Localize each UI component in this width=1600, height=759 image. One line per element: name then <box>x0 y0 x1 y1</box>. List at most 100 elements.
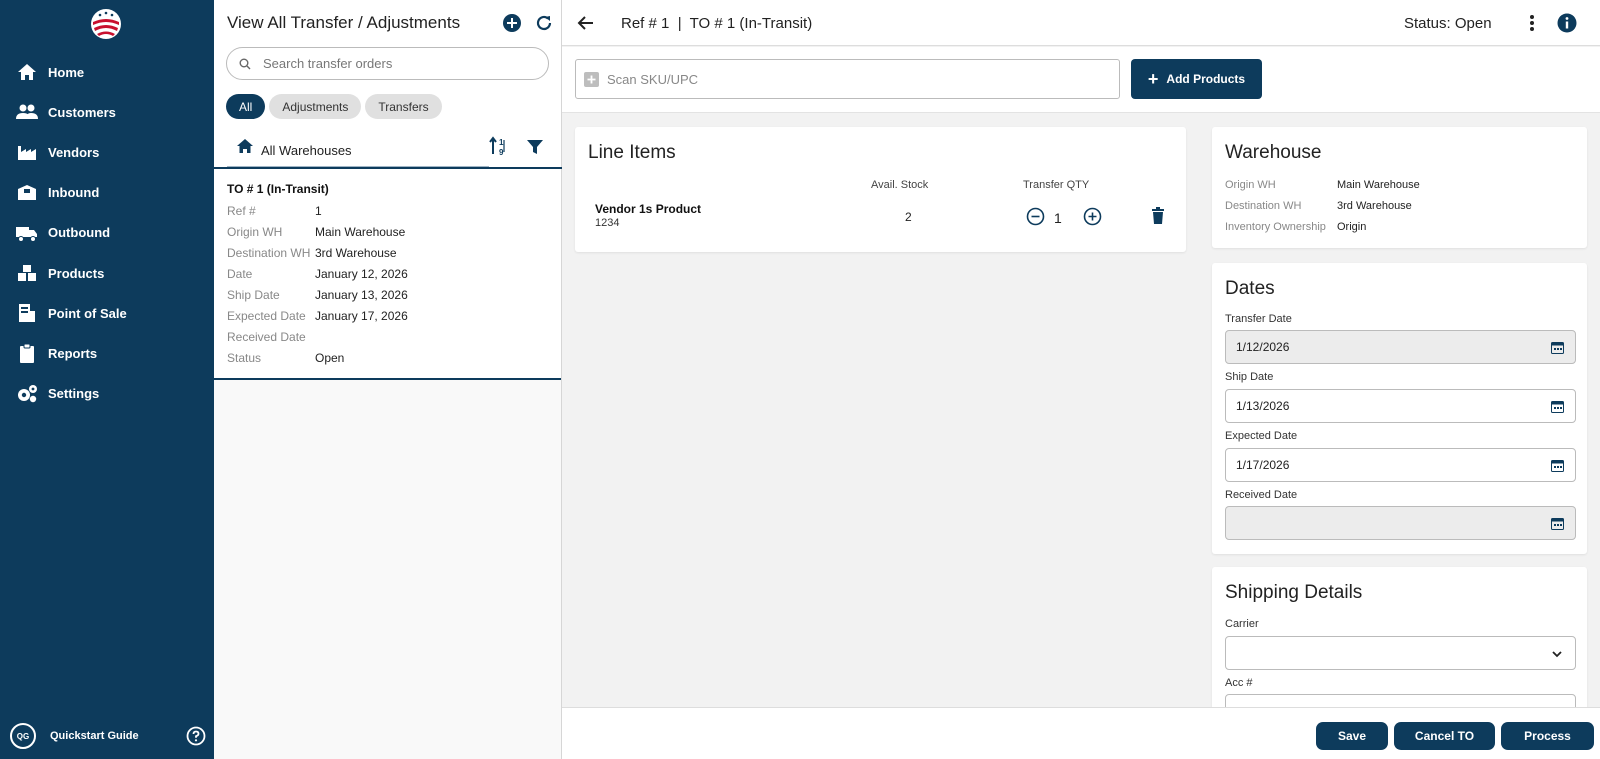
card-row-key: Origin WH <box>227 225 283 239</box>
card-row-key: Destination WH <box>227 246 311 260</box>
ship-date-field[interactable]: 1/13/2026 <box>1225 389 1576 423</box>
card-row-ship-date: Ship Date January 13, 2026 <box>227 288 408 302</box>
calendar-icon[interactable] <box>1551 341 1564 354</box>
nav-item-customers[interactable]: Customers <box>0 92 214 132</box>
warehouse-row-value: Main Warehouse <box>1337 179 1420 191</box>
search-transfer-orders[interactable] <box>226 47 549 80</box>
detail-topbar: Ref # 1 | TO # 1 (In-Transit) Status: Op… <box>562 0 1600 46</box>
card-row-value: January 17, 2026 <box>315 309 408 323</box>
decrease-qty-icon[interactable] <box>1026 207 1045 226</box>
calendar-icon[interactable] <box>1551 400 1564 413</box>
chip-adjustments[interactable]: Adjustments <box>269 94 362 119</box>
expected-date-field[interactable]: 1/17/2026 <box>1225 448 1576 482</box>
warehouse-filter-select[interactable]: All Warehouses <box>261 143 352 158</box>
increase-qty-icon[interactable] <box>1083 207 1102 226</box>
received-date-field[interactable] <box>1225 506 1576 540</box>
warehouse-home-icon <box>237 139 253 153</box>
save-button[interactable]: Save <box>1316 722 1388 750</box>
scan-sku-field[interactable] <box>575 59 1120 99</box>
process-button[interactable]: Process <box>1501 722 1594 750</box>
vendors-icon <box>16 142 38 162</box>
list-header: View All Transfer / Adjustments <box>214 0 561 45</box>
add-circle-icon[interactable] <box>502 13 522 33</box>
nav-item-point-of-sale[interactable]: Point of Sale <box>0 293 214 333</box>
point-of-sale-icon <box>16 303 38 323</box>
status-label: Status: Open <box>1404 15 1492 32</box>
chip-all[interactable]: All <box>226 94 266 119</box>
card-row-key: Received Date <box>227 330 306 344</box>
warehouse-title: Warehouse <box>1225 142 1322 163</box>
line-item-qty[interactable]: 1 <box>1054 210 1062 226</box>
card-row-received-date: Received Date <box>227 330 315 344</box>
line-items-panel: Line Items Avail. Stock Transfer QTY Ven… <box>575 127 1186 252</box>
avail-stock-header: Avail. Stock <box>871 179 929 191</box>
card-row-key: Date <box>227 267 253 281</box>
nav-item-settings[interactable]: Settings <box>0 374 214 414</box>
home-icon <box>16 62 38 82</box>
dates-title: Dates <box>1225 278 1275 299</box>
action-bar: Save Cancel TO Process <box>562 707 1600 759</box>
nav-item-products[interactable]: Products <box>0 253 214 293</box>
ship-date-value: 1/13/2026 <box>1236 399 1290 413</box>
plus-icon: + <box>1147 68 1159 89</box>
calendar-icon[interactable] <box>1551 517 1564 530</box>
nav-label: Vendors <box>48 144 100 160</box>
back-arrow-icon[interactable] <box>576 13 596 33</box>
card-row-origin: Origin WH Main Warehouse <box>227 225 405 239</box>
page-title: Ref # 1 | TO # 1 (In-Transit) <box>621 15 813 32</box>
nav-item-reports[interactable]: Reports <box>0 333 214 373</box>
cancel-to-button[interactable]: Cancel TO <box>1394 722 1495 750</box>
refresh-icon[interactable] <box>534 13 554 33</box>
quickstart-badge: QG <box>10 723 36 749</box>
svg-text:9: 9 <box>499 148 504 156</box>
transfer-date-value: 1/12/2026 <box>1236 340 1290 354</box>
warehouse-row-key: Inventory Ownership <box>1225 221 1326 233</box>
logo-icon <box>91 9 121 39</box>
chip-transfers[interactable]: Transfers <box>365 94 442 119</box>
scan-sku-input[interactable] <box>607 71 1087 87</box>
more-vertical-icon[interactable] <box>1528 13 1536 33</box>
filter-icon[interactable] <box>526 138 544 156</box>
warehouse-row-origin: Origin WH Main Warehouse <box>1225 179 1420 191</box>
card-row-date: Date January 12, 2026 <box>227 267 408 281</box>
carrier-select[interactable] <box>1225 636 1576 670</box>
card-title: TO # 1 (In-Transit) <box>227 182 329 196</box>
ship-date-label: Ship Date <box>1225 371 1274 383</box>
nav-item-inbound[interactable]: Inbound <box>0 173 214 213</box>
card-row-key: Status <box>227 351 262 365</box>
list-title: View All Transfer / Adjustments <box>227 12 461 32</box>
transfer-detail: Ref # 1 | TO # 1 (In-Transit) Status: Op… <box>562 0 1600 759</box>
reports-icon <box>16 343 38 364</box>
nav-item-vendors[interactable]: Vendors <box>0 132 214 172</box>
nav-label: Customers <box>48 104 116 120</box>
warehouse-row-value: Origin <box>1337 221 1367 233</box>
transfer-list-panel: View All Transfer / Adjustments All Adju… <box>214 0 562 759</box>
calendar-icon[interactable] <box>1551 459 1564 472</box>
transfer-date-field[interactable]: 1/12/2026 <box>1225 330 1576 364</box>
received-date-label: Received Date <box>1225 489 1298 501</box>
nav-item-outbound[interactable]: Outbound <box>0 213 214 253</box>
line-item-name: Vendor 1s Product <box>595 202 702 216</box>
sidebar: Home Customers Vendors Inbound Outbound … <box>0 0 214 759</box>
card-row-key: Ship Date <box>227 288 280 302</box>
sort-icon[interactable]: 19 <box>488 136 510 156</box>
quickstart-guide[interactable]: QG Quickstart Guide <box>10 722 206 750</box>
products-icon <box>16 263 38 283</box>
nav-label: Products <box>48 265 105 281</box>
info-icon[interactable] <box>1557 13 1577 33</box>
chevron-down-icon <box>1552 651 1562 658</box>
help-icon[interactable] <box>186 726 206 746</box>
scan-bar: + Add Products <box>562 47 1600 113</box>
nav-label: Home <box>48 64 85 80</box>
card-row-key: Expected Date <box>227 309 306 323</box>
search-input[interactable] <box>263 56 523 71</box>
nav-label: Settings <box>48 386 100 402</box>
card-row-value: January 13, 2026 <box>315 288 408 302</box>
add-products-button[interactable]: + Add Products <box>1131 59 1262 99</box>
delete-icon[interactable] <box>1151 207 1165 225</box>
nav-item-home[interactable]: Home <box>0 52 214 92</box>
card-row-key: Ref # <box>227 204 256 218</box>
transfer-order-card[interactable]: TO # 1 (In-Transit) Ref # 1 Origin WH Main… <box>214 169 561 380</box>
main-nav: Home Customers Vendors Inbound Outbound … <box>0 52 214 414</box>
warehouse-row-ownership: Inventory Ownership Origin <box>1225 221 1366 233</box>
